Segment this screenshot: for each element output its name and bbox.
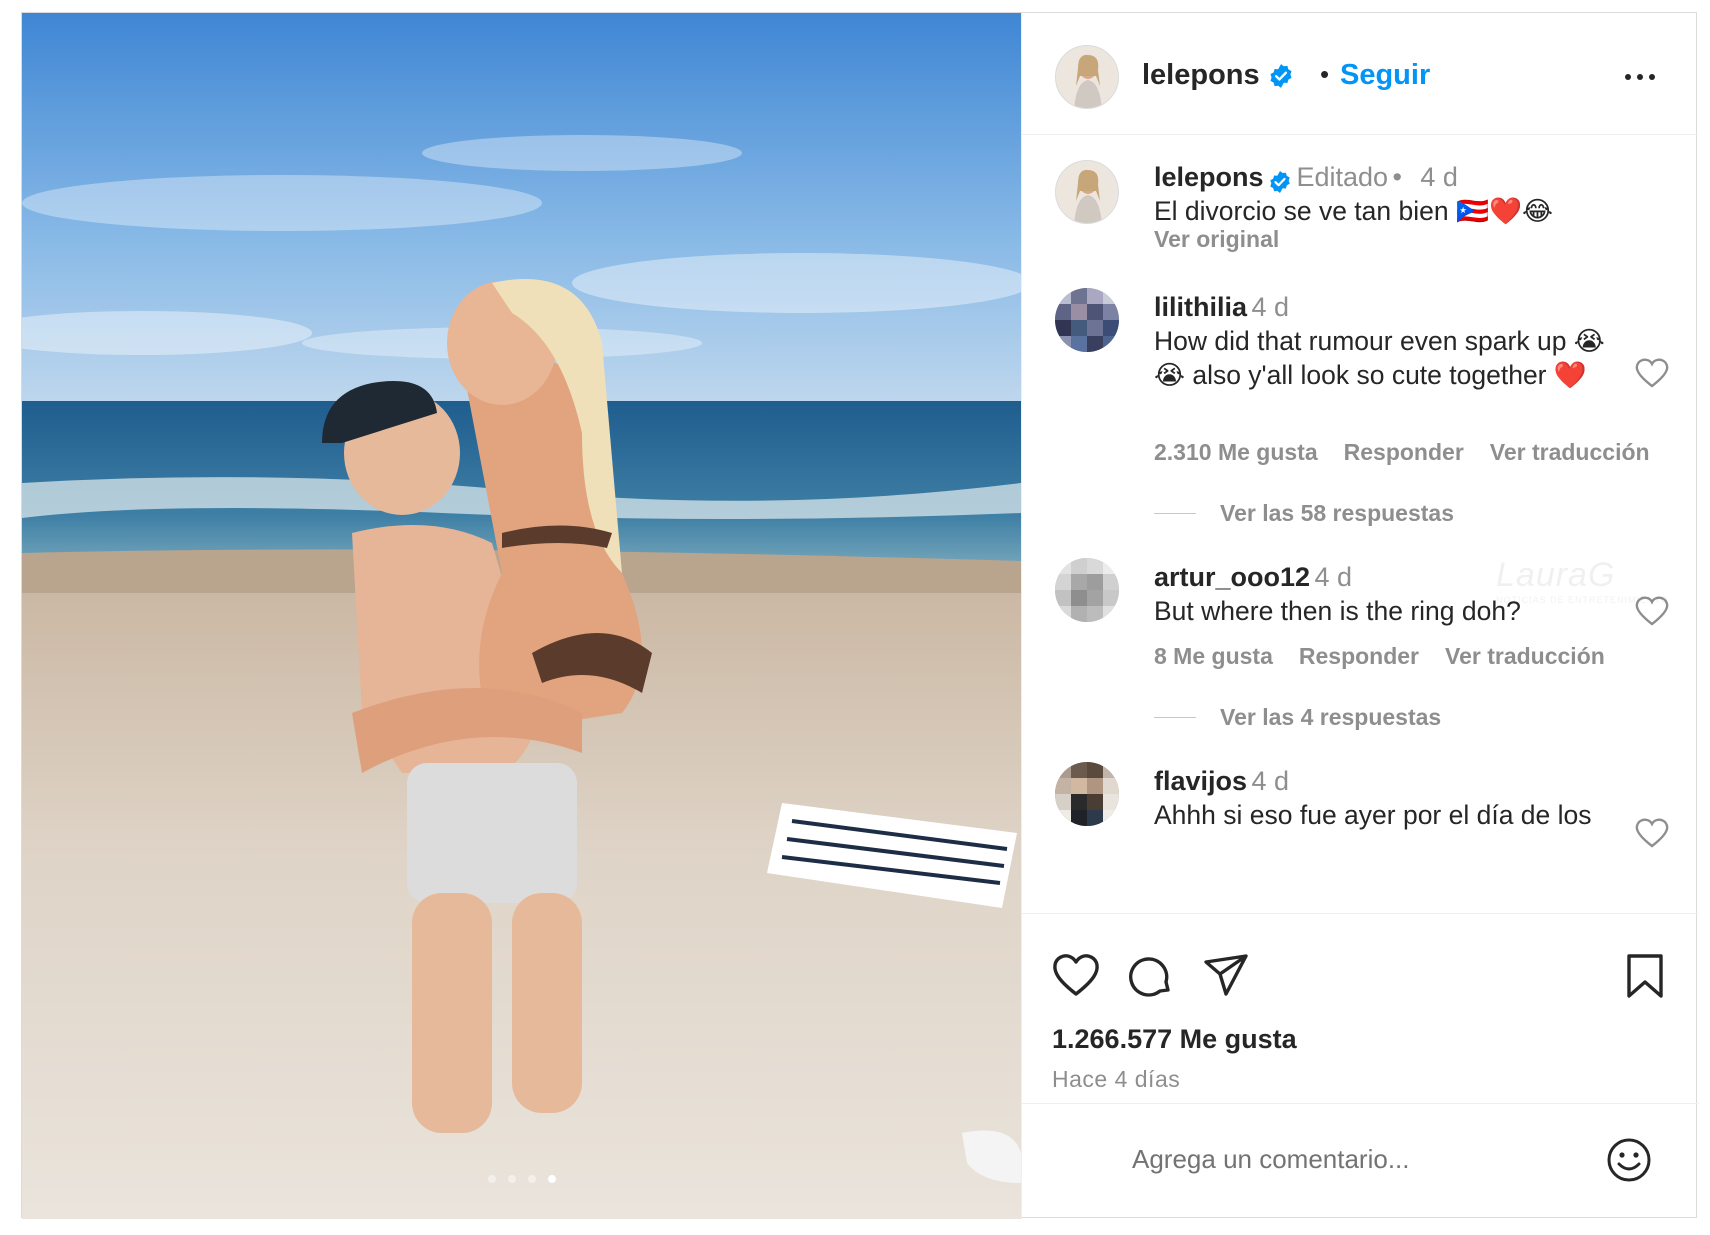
- view-replies-label[interactable]: Ver las 58 respuestas: [1220, 500, 1454, 527]
- heart-icon[interactable]: [1635, 818, 1669, 848]
- comment-input[interactable]: [1132, 1134, 1552, 1184]
- comment-icon[interactable]: [1126, 952, 1174, 1000]
- comment-header: flavijos 4 d: [1154, 766, 1289, 797]
- see-original-link[interactable]: Ver original: [1154, 226, 1279, 253]
- comment-header: lilithilia 4 d: [1154, 292, 1289, 323]
- comment-header: artur_ooo12 4 d: [1154, 562, 1352, 593]
- replies-divider: [1154, 513, 1196, 514]
- heart-icon[interactable]: [1635, 358, 1669, 388]
- comment-actions: 8 Me gusta Responder Ver traducción: [1154, 643, 1605, 670]
- share-send-icon[interactable]: [1202, 952, 1250, 1000]
- see-translation-button[interactable]: Ver traducción: [1445, 643, 1605, 670]
- view-replies-button[interactable]: Ver las 4 respuestas: [1154, 704, 1441, 731]
- comment-age: 4 d: [1251, 766, 1290, 796]
- carousel-indicator: [22, 1175, 1021, 1183]
- caption-text: El divorcio se ve tan bien 🇵🇷❤️😂: [1154, 196, 1553, 226]
- separator-dot: •: [1392, 162, 1402, 192]
- verified-badge-icon: [1270, 64, 1292, 89]
- reply-button[interactable]: Responder: [1299, 643, 1419, 670]
- carousel-dot[interactable]: [527, 1175, 536, 1183]
- separator-dot: •: [1320, 59, 1330, 89]
- view-replies-label[interactable]: Ver las 4 respuestas: [1220, 704, 1441, 731]
- watermark-subtext: NOTICIAS DE ENTRETENIMIENTO: [1496, 595, 1669, 605]
- likes-count[interactable]: 1.266.577 Me gusta: [1052, 1024, 1297, 1055]
- add-comment-bar: [1022, 1103, 1699, 1219]
- post-side-panel: lelepons • Seguir lelepons Editado • 4 d…: [1021, 13, 1699, 1219]
- caption-username[interactable]: lelepons: [1154, 162, 1264, 192]
- save-bookmark-icon[interactable]: [1621, 952, 1669, 1000]
- verified-badge-icon: [1270, 170, 1290, 193]
- like-heart-icon[interactable]: [1052, 952, 1100, 1000]
- comment-username[interactable]: artur_ooo12: [1154, 562, 1310, 592]
- reply-button[interactable]: Responder: [1344, 439, 1464, 466]
- follow-button[interactable]: Seguir: [1340, 59, 1430, 92]
- more-horizontal-icon[interactable]: [1620, 65, 1660, 89]
- comment-username[interactable]: flavijos: [1154, 766, 1247, 796]
- comment-age: 4 d: [1251, 292, 1290, 322]
- watermark: LauraG NOTICIAS DE ENTRETENIMIENTO: [1496, 556, 1669, 605]
- watermark-text: LauraG: [1496, 556, 1616, 594]
- replies-divider: [1154, 717, 1196, 718]
- carousel-dot[interactable]: [507, 1175, 516, 1183]
- edited-label: Editado: [1296, 162, 1389, 192]
- avatar[interactable]: [1055, 558, 1119, 622]
- carousel-dot-active[interactable]: [547, 1175, 556, 1183]
- instagram-post: lelepons • Seguir lelepons Editado • 4 d…: [21, 12, 1699, 1219]
- username[interactable]: lelepons: [1142, 59, 1260, 91]
- comment-likes[interactable]: 2.310 Me gusta: [1154, 439, 1318, 466]
- post-header: lelepons • Seguir: [1022, 13, 1698, 135]
- avatar[interactable]: [1055, 160, 1119, 224]
- see-translation-button[interactable]: Ver traducción: [1490, 439, 1650, 466]
- comment-age: 4 d: [1314, 562, 1353, 592]
- caption-header: lelepons Editado • 4 d: [1154, 162, 1458, 194]
- comment-username[interactable]: lilithilia: [1154, 292, 1247, 322]
- avatar[interactable]: [1055, 288, 1119, 352]
- avatar[interactable]: [1055, 762, 1119, 826]
- comments-list[interactable]: lelepons Editado • 4 d El divorcio se ve…: [1022, 136, 1699, 913]
- post-actions: 1.266.577 Me gusta Hace 4 días: [1022, 913, 1699, 1103]
- caption-age: 4 d: [1420, 162, 1458, 192]
- beach-photo-illustration: [22, 13, 1021, 1219]
- view-replies-button[interactable]: Ver las 58 respuestas: [1154, 500, 1454, 527]
- comment-text: How did that rumour even spark up 😭😭 als…: [1154, 326, 1605, 390]
- username-link[interactable]: lelepons: [1142, 59, 1294, 92]
- post-photo[interactable]: [22, 13, 1021, 1219]
- comment-likes[interactable]: 8 Me gusta: [1154, 643, 1273, 670]
- emoji-icon[interactable]: [1605, 1136, 1653, 1184]
- post-time[interactable]: Hace 4 días: [1052, 1066, 1180, 1093]
- comment-actions: 2.310 Me gusta Responder Ver traducción: [1154, 439, 1650, 466]
- carousel-dot[interactable]: [487, 1175, 496, 1183]
- avatar[interactable]: [1055, 45, 1119, 109]
- comment-text: Ahhh si eso fue ayer por el día de los: [1154, 800, 1592, 830]
